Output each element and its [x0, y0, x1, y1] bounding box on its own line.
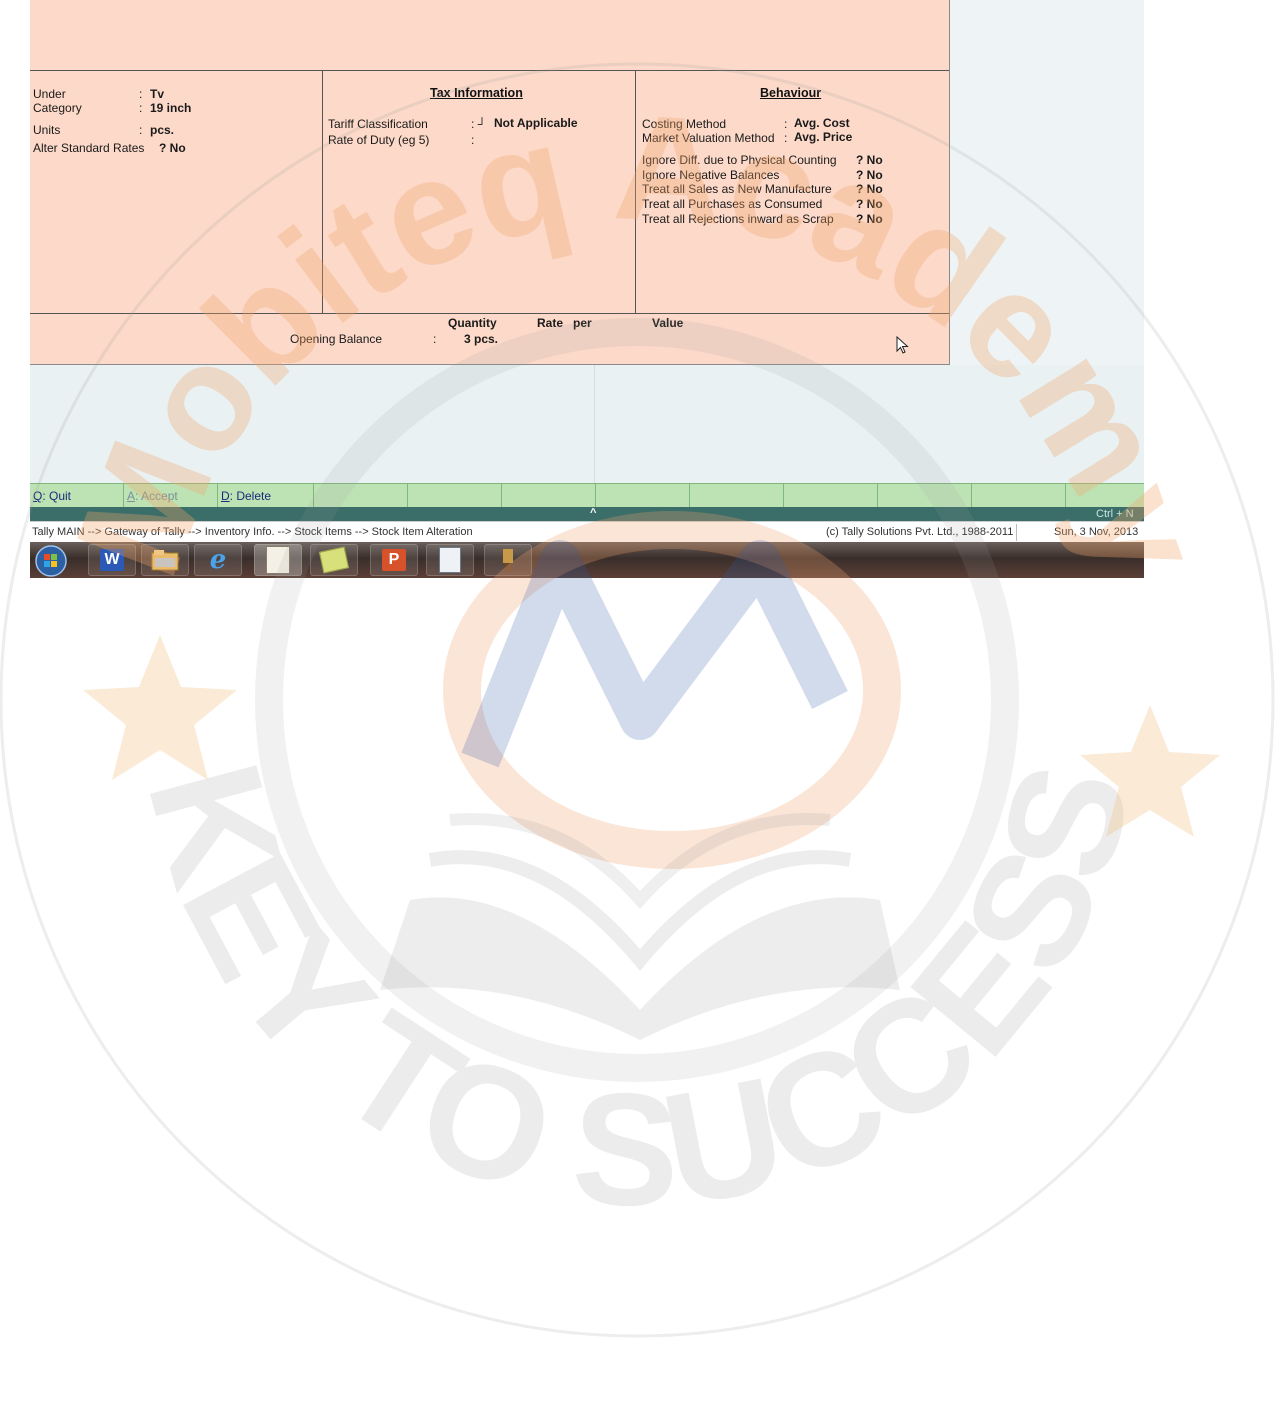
empty-button[interactable] — [314, 484, 408, 508]
empty-button[interactable] — [878, 484, 972, 508]
purchases-consumed-label: Treat all Purchases as Consumed — [642, 197, 823, 211]
powerpoint-icon[interactable]: P — [370, 544, 418, 576]
tally-window: Under : Tv Category : 19 inch Units : pc… — [30, 0, 1144, 578]
behaviour-heading: Behaviour — [760, 86, 822, 100]
under-label: Under — [33, 87, 66, 101]
divider-left — [322, 70, 323, 313]
market-valuation-value[interactable]: Avg. Price — [794, 130, 852, 144]
grid-line — [594, 365, 595, 483]
quit-button[interactable]: Q: Quit — [30, 484, 124, 508]
ctrl-n-shortcut[interactable]: Ctrl + N — [1096, 508, 1134, 520]
colon: : — [139, 101, 143, 115]
alter-standard-rates-value[interactable]: ? No — [159, 141, 186, 155]
units-value[interactable]: pcs. — [150, 123, 174, 137]
divider-right — [635, 70, 636, 313]
quantity-column-header: Quantity — [448, 316, 497, 330]
category-label: Category — [33, 101, 82, 115]
ignore-diff-label: Ignore Diff. due to Physical Counting — [642, 153, 837, 167]
tariff-classification-label: Tariff Classification — [328, 117, 428, 131]
divider-bottom — [30, 313, 949, 314]
colon: : — [784, 131, 788, 145]
delete-button[interactable]: D: Delete — [218, 484, 314, 508]
ignore-negative-label: Ignore Negative Balances — [642, 168, 780, 182]
market-valuation-label: Market Valuation Method — [642, 131, 775, 145]
mouse-cursor-icon — [896, 336, 909, 354]
start-orb-icon[interactable] — [34, 544, 68, 578]
alter-standard-rates-label: Alter Standard Rates — [33, 141, 145, 155]
costing-method-value[interactable]: Avg. Cost — [794, 116, 850, 130]
opening-quantity-value[interactable]: 3 pcs. — [464, 332, 498, 346]
value-column-header: Value — [652, 316, 684, 330]
empty-button[interactable] — [502, 484, 596, 508]
tally-erp-icon[interactable] — [254, 544, 302, 576]
accept-button[interactable]: A: Accept — [124, 484, 218, 508]
breadcrumb: Tally MAIN --> Gateway of Tally --> Inve… — [32, 526, 473, 538]
colon: : — [433, 332, 437, 346]
svg-text:KEY TO SUCCESS: KEY TO SUCCESS — [114, 746, 1165, 1241]
status-bar: Tally MAIN --> Gateway of Tally --> Inve… — [30, 521, 1144, 543]
ignore-negative-value[interactable]: ? No — [856, 168, 883, 182]
tariff-classification-value[interactable]: Not Applicable — [494, 116, 578, 130]
button-bar: Q: Quit A: Accept D: Delete — [30, 483, 1144, 508]
purchases-consumed-value[interactable]: ? No — [856, 197, 883, 211]
rejections-scrap-value[interactable]: ? No — [856, 212, 883, 226]
windows-taskbar: W e P — [30, 542, 1144, 578]
empty-button[interactable] — [596, 484, 690, 508]
category-value[interactable]: 19 inch — [150, 101, 191, 115]
under-value[interactable]: Tv — [150, 87, 164, 101]
sales-new-manufacture-label: Treat all Sales as New Manufacture — [642, 182, 832, 196]
sales-new-manufacture-value[interactable]: ? No — [856, 182, 883, 196]
colon: : — [139, 87, 143, 101]
explorer-icon[interactable] — [141, 544, 189, 576]
costing-method-label: Costing Method — [642, 117, 727, 131]
empty-work-area — [30, 365, 1144, 483]
empty-button[interactable] — [690, 484, 784, 508]
word-icon[interactable]: W — [88, 544, 136, 576]
colon: : — [139, 123, 143, 137]
colon: : ┘ — [471, 117, 487, 131]
paint-icon[interactable] — [484, 544, 532, 576]
divider-top — [30, 70, 949, 71]
rate-of-duty-label: Rate of Duty (eg 5) — [328, 133, 430, 147]
empty-button[interactable] — [408, 484, 502, 508]
tax-information-heading: Tax Information — [430, 86, 523, 100]
copyright-text: (c) Tally Solutions Pvt. Ltd., 1988-2011 — [826, 526, 1014, 538]
calculator-icon[interactable] — [426, 544, 474, 576]
stock-item-alteration-form: Under : Tv Category : 19 inch Units : pc… — [30, 0, 950, 365]
colon: : — [784, 117, 788, 131]
ignore-diff-value[interactable]: ? No — [856, 153, 883, 167]
current-date: Sun, 3 Nov, 2013 — [1054, 526, 1139, 538]
sticky-notes-icon[interactable] — [310, 544, 358, 576]
empty-button[interactable] — [972, 484, 1066, 508]
units-label: Units — [33, 123, 61, 137]
per-column-header: per — [573, 316, 592, 330]
opening-balance-label: Opening Balance — [290, 332, 383, 346]
rejections-scrap-label: Treat all Rejections inward as Scrap — [642, 212, 834, 226]
status-divider — [1016, 524, 1017, 541]
shortcut-strip: ^ Ctrl + N — [30, 507, 1144, 521]
empty-button[interactable] — [1066, 484, 1144, 508]
empty-button[interactable] — [784, 484, 878, 508]
expand-arrow-icon[interactable]: ^ — [590, 507, 596, 519]
rate-column-header: Rate — [537, 316, 564, 330]
colon: : — [471, 133, 475, 147]
ie-icon[interactable]: e — [194, 544, 242, 576]
